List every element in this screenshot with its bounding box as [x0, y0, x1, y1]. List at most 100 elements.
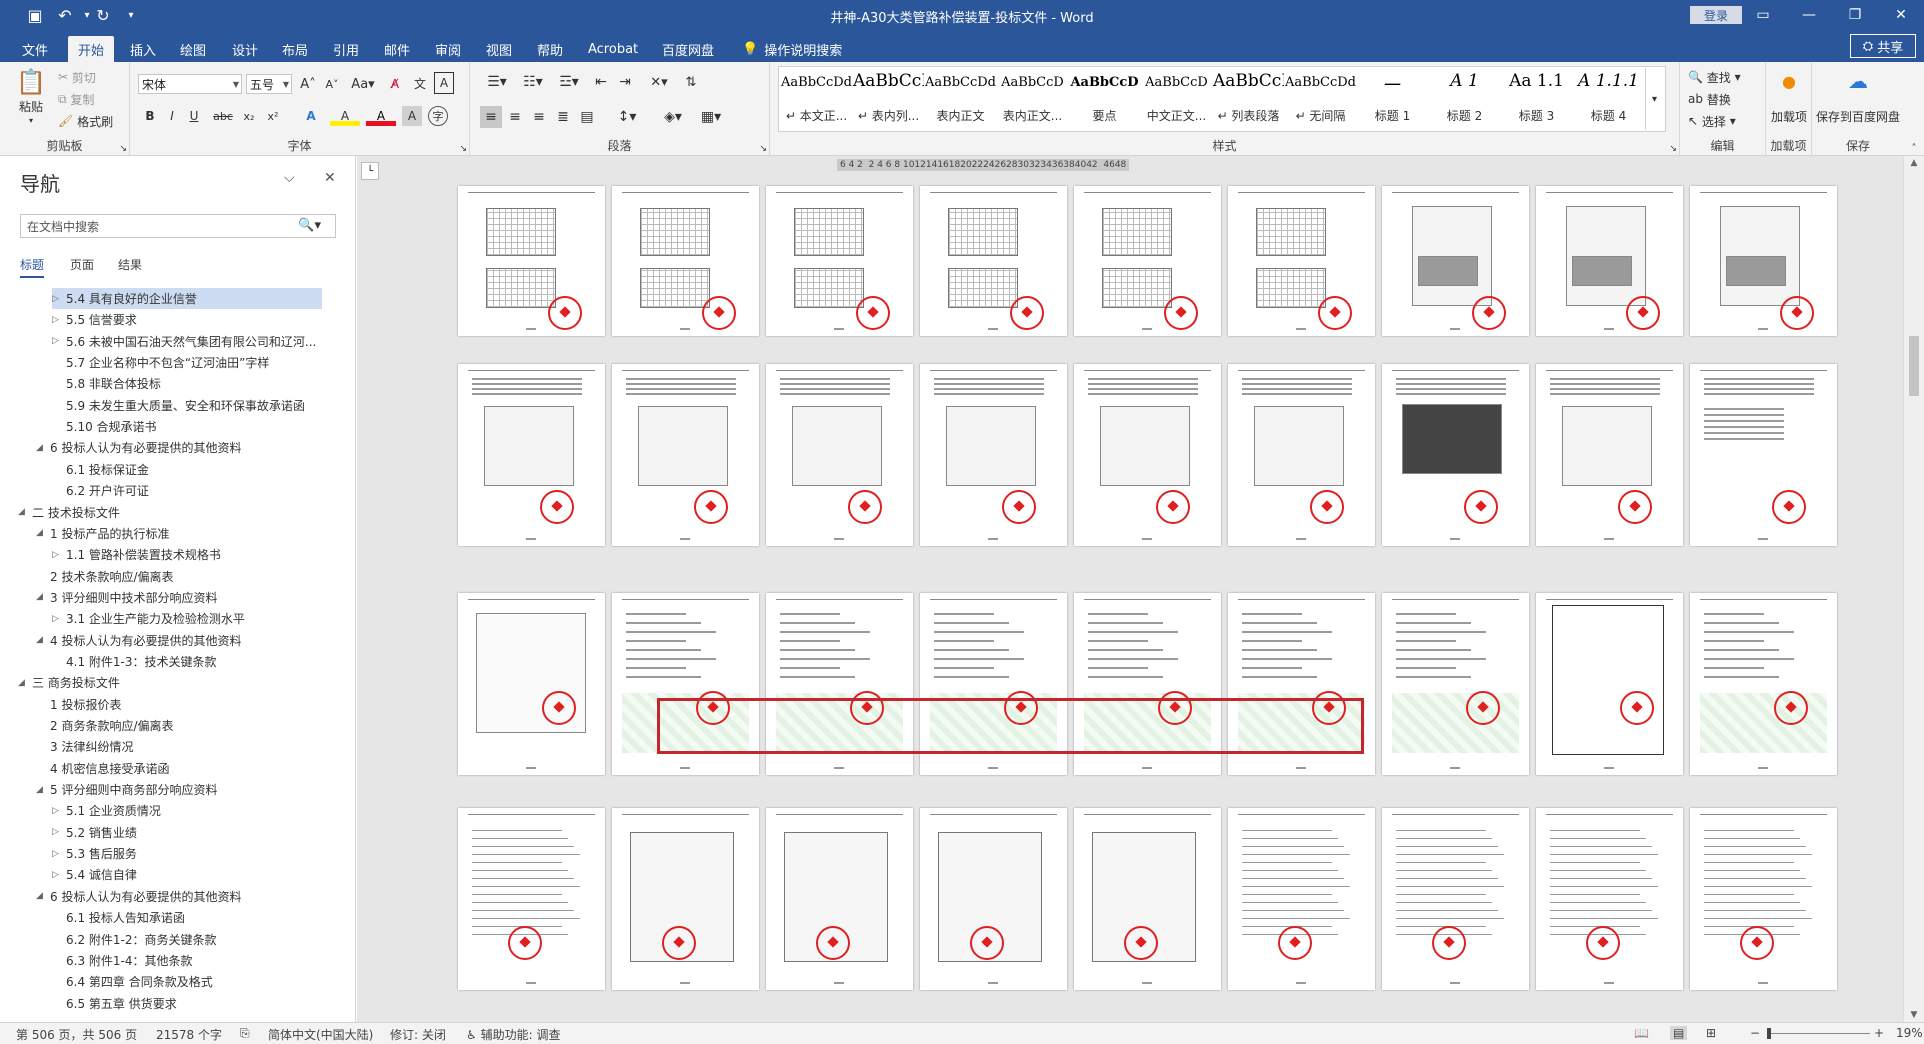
page-thumbnail[interactable]	[1536, 364, 1683, 546]
read-mode-icon[interactable]: 📖	[1634, 1026, 1649, 1040]
nav-heading-item[interactable]: ◢ 二 技术投标文件	[18, 502, 345, 523]
close-icon[interactable]: ✕	[1878, 0, 1924, 30]
page-thumbnail[interactable]	[1690, 364, 1837, 546]
style-no-spacing[interactable]: AaBbCcDdI ↵ 无间隔	[1285, 69, 1356, 129]
nav-heading-item[interactable]: 6.1 投标保证金	[52, 459, 345, 480]
nav-heading-item[interactable]: 6.1 投标人告知承诺函	[52, 907, 345, 928]
page-thumbnail[interactable]	[1074, 808, 1221, 990]
nav-heading-item[interactable]: ▷ 5.4 具有良好的企业信誉	[52, 288, 322, 309]
nav-heading-item[interactable]: ▷ 5.5 信誉要求	[52, 309, 345, 330]
save-to-baidu-button[interactable]: 保存到百度网盘	[1816, 100, 1900, 134]
style-list-paragraph[interactable]: AaBbCcI ↵ 列表段落	[1213, 69, 1284, 129]
restore-icon[interactable]: ❐	[1832, 0, 1878, 30]
load-addins-button[interactable]: 加载项	[1770, 100, 1808, 134]
page-thumbnail[interactable]	[920, 808, 1067, 990]
chinese-layout-icon[interactable]: ✕▾	[642, 72, 676, 92]
nav-heading-item[interactable]: ▷ 5.1 企业资质情况	[52, 800, 345, 821]
tab-view[interactable]: 视图	[476, 36, 522, 62]
decrease-indent-icon[interactable]: ⇤	[590, 72, 612, 92]
nav-heading-item[interactable]: 2 技术条款响应/偏离表	[36, 566, 345, 587]
page-thumbnail[interactable]	[1690, 186, 1837, 336]
nav-heading-item[interactable]: ▷ 5.3 售后服务	[52, 843, 345, 864]
language-indicator[interactable]: 简体中文(中国大陆)	[268, 1026, 373, 1043]
zoom-level[interactable]: 19%	[1896, 1026, 1923, 1040]
web-layout-icon[interactable]: ⊞	[1706, 1026, 1716, 1040]
numbering-icon[interactable]: ☷▾	[516, 72, 550, 92]
page-thumbnail[interactable]	[1382, 186, 1529, 336]
expanded-triangle-icon[interactable]: ◢	[36, 443, 50, 453]
enclose-character-icon[interactable]: 字	[428, 106, 448, 126]
underline-button[interactable]: U	[184, 106, 204, 126]
tab-layout[interactable]: 布局	[272, 36, 318, 62]
page-thumbnail[interactable]	[1382, 593, 1529, 775]
nav-heading-item[interactable]: 5.9 未发生重大质量、安全和环保事故承诺函	[52, 395, 345, 416]
collapsed-triangle-icon[interactable]: ▷	[52, 336, 66, 346]
tab-insert[interactable]: 插入	[120, 36, 166, 62]
style-table-list[interactable]: AaBbCcD ↵ 表内列...	[853, 69, 924, 129]
nav-heading-item[interactable]: 3 法律纠纷情况	[36, 736, 345, 757]
vertical-scrollbar[interactable]: ▲ ▼	[1903, 156, 1924, 1022]
dialog-launcher-icon[interactable]: ↘	[119, 144, 127, 154]
subscript-button[interactable]: x₂	[238, 106, 260, 126]
chevron-down-icon[interactable]: ⌵	[284, 170, 295, 186]
style-body-text[interactable]: AaBbCcDdI ↵ 本文正...	[781, 69, 852, 129]
login-button[interactable]: 登录	[1690, 6, 1742, 24]
zoom-out-icon[interactable]: −	[1750, 1026, 1760, 1040]
nav-heading-item[interactable]: 5.7 企业名称中不包含“辽河油田”字样	[52, 352, 345, 373]
copy-button[interactable]: ⧉ 复制	[58, 90, 94, 108]
track-changes-status[interactable]: 修订: 关闭	[390, 1026, 446, 1043]
strikethrough-button[interactable]: abc	[210, 106, 236, 126]
tab-acrobat[interactable]: Acrobat	[578, 36, 648, 62]
page-thumbnail[interactable]	[1690, 808, 1837, 990]
collapsed-triangle-icon[interactable]: ▷	[52, 870, 66, 880]
format-painter-button[interactable]: 🖌 格式刷	[58, 112, 113, 130]
page-thumbnail[interactable]	[1074, 364, 1221, 546]
nav-heading-item[interactable]: ▷ 5.4 诚信自律	[52, 864, 345, 885]
highlight-button[interactable]: A	[330, 106, 360, 126]
redo-icon[interactable]: ↻	[88, 0, 118, 30]
page-thumbnail[interactable]	[1382, 364, 1529, 546]
shading-icon[interactable]: ◈▾	[656, 106, 690, 128]
print-layout-icon[interactable]: ▤	[1670, 1026, 1688, 1040]
tab-home[interactable]: 开始	[68, 36, 115, 62]
nav-heading-item[interactable]: 6.2 开户许可证	[52, 480, 345, 501]
style-heading-1[interactable]: 一标题 1	[1357, 69, 1428, 129]
styles-more-icon[interactable]: ▾	[1645, 68, 1663, 130]
search-icon[interactable]: 🔍▾	[298, 218, 321, 233]
align-left-icon[interactable]: ≡	[480, 106, 502, 128]
nav-heading-item[interactable]: 5.8 非联合体投标	[52, 373, 345, 394]
horizontal-ruler[interactable]: 6 4 2 2 4 6 8 10121416182022242628303234…	[837, 159, 1487, 176]
zoom-slider[interactable]	[1770, 1033, 1870, 1034]
close-icon[interactable]: ✕	[324, 170, 336, 186]
grow-font-icon[interactable]: A˄	[298, 74, 318, 94]
page-thumbnail[interactable]	[1536, 808, 1683, 990]
text-effects-button[interactable]: A	[298, 106, 324, 126]
increase-indent-icon[interactable]: ⇥	[614, 72, 636, 92]
style-chinese-body[interactable]: AaBbCcD 中文正文...	[1141, 69, 1212, 129]
nav-heading-item[interactable]: 2 商务条款响应/偏离表	[36, 715, 345, 736]
shrink-font-icon[interactable]: A˅	[322, 74, 342, 94]
style-table-body[interactable]: AaBbCcDdI 表内正文	[925, 69, 996, 129]
clear-format-icon[interactable]: A̸	[384, 74, 406, 94]
zoom-in-icon[interactable]: +	[1874, 1026, 1884, 1040]
style-heading-3[interactable]: Aa 1.1 标题 3	[1501, 69, 1572, 129]
expanded-triangle-icon[interactable]: ◢	[36, 891, 50, 901]
character-border-icon[interactable]: A	[434, 72, 454, 94]
page-thumbnail[interactable]	[612, 808, 759, 990]
page-count[interactable]: 第 506 页，共 506 页	[16, 1026, 137, 1043]
minimize-icon[interactable]: —	[1786, 0, 1832, 30]
share-button[interactable]: ⛭ 共享	[1850, 34, 1916, 58]
dialog-launcher-icon[interactable]: ↘	[759, 144, 767, 154]
expanded-triangle-icon[interactable]: ◢	[36, 785, 50, 795]
expanded-triangle-icon[interactable]: ◢	[36, 528, 50, 538]
dialog-launcher-icon[interactable]: ↘	[1669, 144, 1677, 154]
sort-icon[interactable]: ⇅	[680, 72, 702, 92]
page-thumbnail[interactable]	[1228, 808, 1375, 990]
page-thumbnail[interactable]	[458, 593, 605, 775]
nav-tab-pages[interactable]: 页面	[70, 256, 94, 273]
page-thumbnail[interactable]	[920, 364, 1067, 546]
page-thumbnail[interactable]	[458, 808, 605, 990]
bold-button[interactable]: B	[140, 106, 160, 126]
page-thumbnail[interactable]	[766, 808, 913, 990]
collapsed-triangle-icon[interactable]: ▷	[52, 849, 66, 859]
